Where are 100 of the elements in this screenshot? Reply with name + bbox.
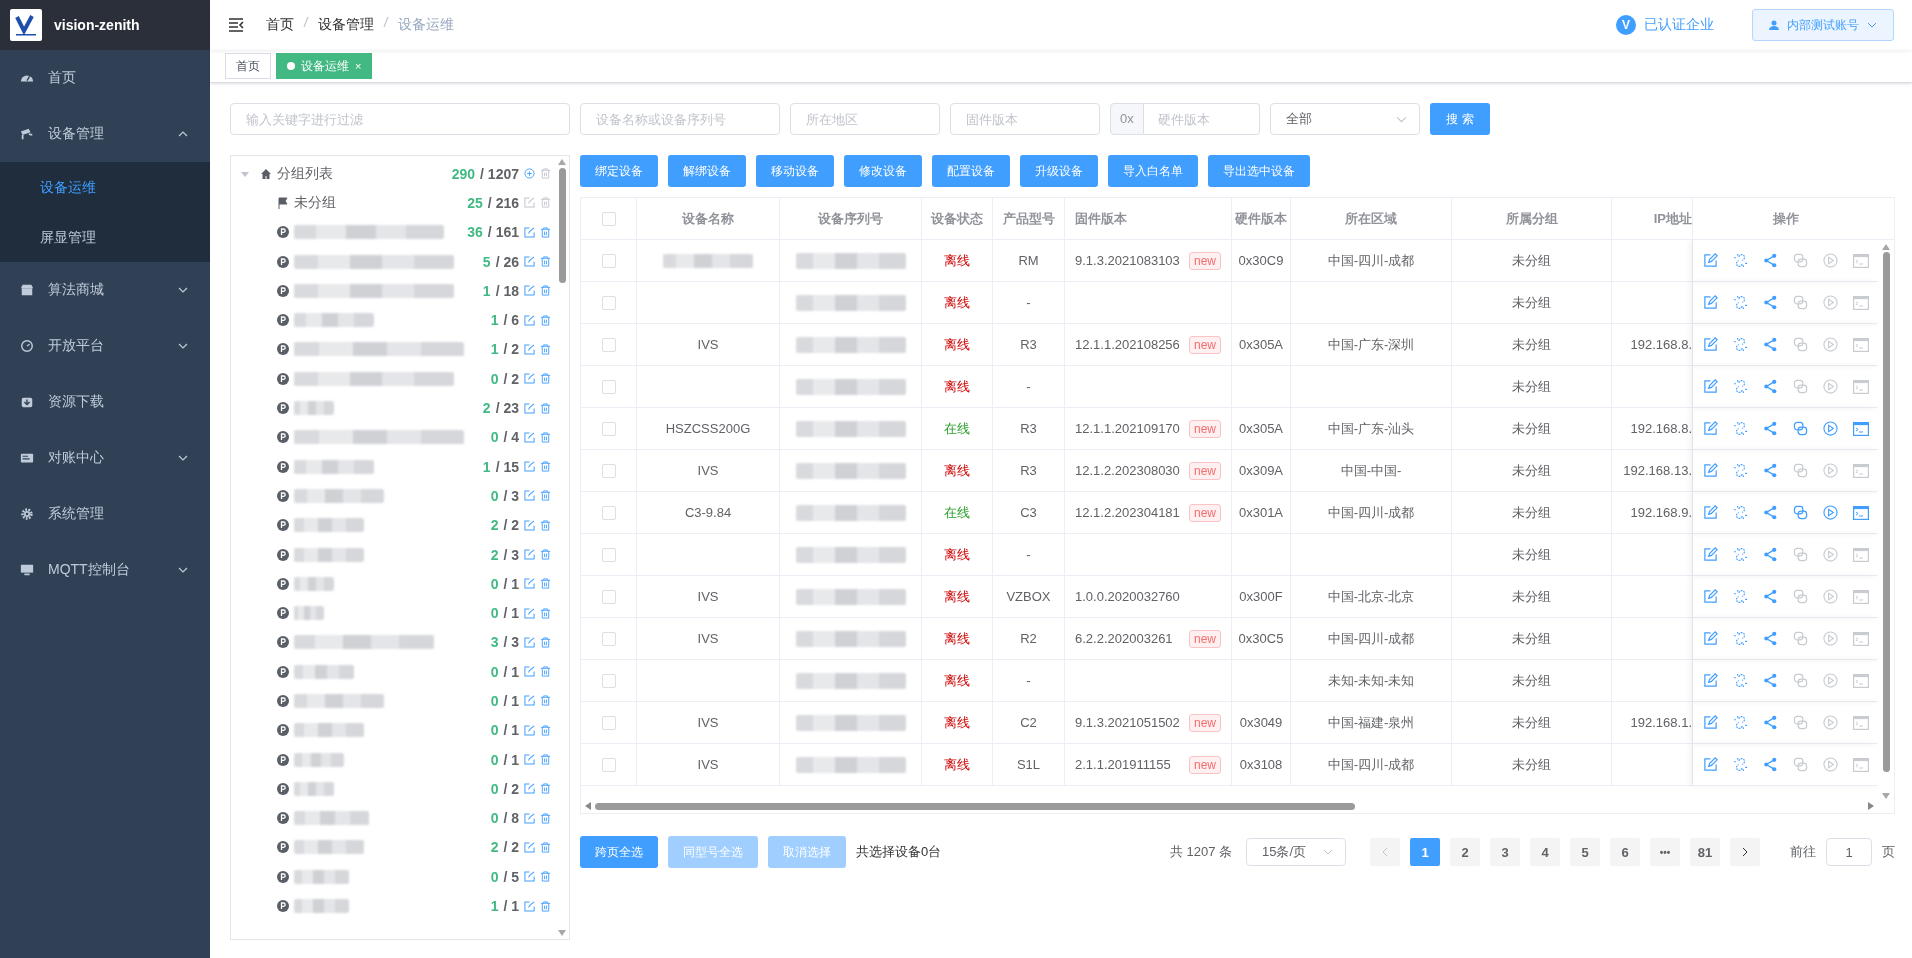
unlink-icon[interactable] bbox=[1732, 547, 1748, 562]
play-icon[interactable] bbox=[1822, 505, 1838, 520]
unlink-icon[interactable] bbox=[1732, 379, 1748, 394]
share-icon[interactable] bbox=[1762, 547, 1778, 562]
tree-node[interactable]: 1 / 15 bbox=[239, 451, 557, 482]
terminal-icon[interactable] bbox=[1852, 715, 1869, 730]
edit-icon[interactable] bbox=[524, 549, 535, 560]
scroll-thumb[interactable] bbox=[558, 168, 566, 283]
delete-icon[interactable] bbox=[540, 636, 551, 648]
scrollbar[interactable] bbox=[557, 159, 567, 936]
delete-icon[interactable] bbox=[540, 549, 551, 560]
row-checkbox[interactable] bbox=[601, 295, 616, 310]
goto-page-field[interactable]: 1 bbox=[1826, 838, 1872, 866]
scroll-down-icon[interactable] bbox=[1882, 793, 1890, 799]
delete-icon[interactable] bbox=[540, 519, 551, 531]
delete-icon[interactable] bbox=[540, 168, 551, 180]
share-icon[interactable] bbox=[1762, 505, 1778, 520]
menu-item[interactable]: 系统管理 bbox=[0, 486, 210, 542]
scroll-thumb[interactable] bbox=[595, 802, 1355, 810]
keyword-filter-field[interactable]: 输入关键字进行过滤 bbox=[230, 103, 570, 135]
delete-icon[interactable] bbox=[540, 285, 551, 297]
edit-icon[interactable] bbox=[524, 314, 535, 326]
tree-node[interactable]: 2 / 2 bbox=[239, 832, 557, 863]
menu-item[interactable]: 设备管理 bbox=[0, 106, 210, 162]
edit-icon[interactable] bbox=[524, 695, 535, 707]
edit-icon[interactable] bbox=[1702, 547, 1718, 562]
edit-icon[interactable] bbox=[524, 226, 535, 238]
copy-icon[interactable] bbox=[1792, 589, 1808, 604]
copy-icon[interactable] bbox=[1792, 631, 1808, 646]
terminal-icon[interactable] bbox=[1852, 379, 1869, 394]
edit-icon[interactable] bbox=[524, 812, 535, 824]
tree-node[interactable]: 0 / 8 bbox=[239, 803, 557, 833]
share-icon[interactable] bbox=[1762, 589, 1778, 604]
delete-icon[interactable] bbox=[540, 812, 551, 824]
delete-icon[interactable] bbox=[540, 343, 551, 355]
terminal-icon[interactable] bbox=[1852, 295, 1869, 310]
unlink-icon[interactable] bbox=[1732, 253, 1748, 268]
page-button[interactable]: 3 bbox=[1490, 838, 1520, 866]
edit-icon[interactable] bbox=[524, 724, 535, 736]
play-icon[interactable] bbox=[1822, 463, 1838, 478]
delete-icon[interactable] bbox=[540, 783, 551, 795]
edit-icon[interactable] bbox=[1702, 463, 1718, 478]
terminal-icon[interactable] bbox=[1852, 547, 1869, 562]
delete-icon[interactable] bbox=[540, 490, 551, 502]
terminal-icon[interactable] bbox=[1852, 337, 1869, 352]
delete-icon[interactable] bbox=[540, 402, 551, 414]
copy-icon[interactable] bbox=[1792, 253, 1808, 268]
share-icon[interactable] bbox=[1762, 379, 1778, 394]
page-size-select[interactable]: 15条/页 bbox=[1246, 838, 1346, 866]
region-field[interactable]: 所在地区 bbox=[790, 103, 940, 135]
edit-icon[interactable] bbox=[524, 841, 535, 853]
unlink-icon[interactable] bbox=[1732, 757, 1748, 772]
add-icon[interactable] bbox=[524, 168, 535, 180]
status-select[interactable]: 全部 bbox=[1270, 103, 1420, 135]
copy-icon[interactable] bbox=[1792, 295, 1808, 310]
unlink-icon[interactable] bbox=[1732, 589, 1748, 604]
delete-icon[interactable] bbox=[540, 607, 551, 619]
tree-node[interactable]: 分组列表 290 / 1207 bbox=[239, 159, 557, 189]
tree-node[interactable]: 0 / 1 bbox=[239, 686, 557, 716]
submenu-item[interactable]: 屏显管理 bbox=[0, 212, 210, 262]
tree-node[interactable]: 0 / 1 bbox=[239, 744, 557, 775]
menu-item[interactable]: 首页 bbox=[0, 50, 210, 106]
scroll-down-icon[interactable] bbox=[558, 930, 566, 936]
share-icon[interactable] bbox=[1762, 757, 1778, 772]
copy-icon[interactable] bbox=[1792, 505, 1808, 520]
unlink-icon[interactable] bbox=[1732, 295, 1748, 310]
delete-icon[interactable] bbox=[540, 314, 551, 326]
delete-icon[interactable] bbox=[540, 841, 551, 853]
menu-icon[interactable] bbox=[228, 18, 244, 32]
delete-icon[interactable] bbox=[540, 578, 551, 590]
delete-icon[interactable] bbox=[540, 373, 551, 385]
terminal-icon[interactable] bbox=[1852, 631, 1869, 646]
copy-icon[interactable] bbox=[1792, 757, 1808, 772]
page-tab[interactable]: 首页 bbox=[225, 53, 271, 79]
breadcrumb-item[interactable]: 首页 bbox=[266, 16, 294, 34]
menu-item[interactable]: MQTT控制台 bbox=[0, 542, 210, 598]
share-icon[interactable] bbox=[1762, 673, 1778, 688]
row-checkbox[interactable] bbox=[601, 547, 616, 562]
tree-node[interactable]: 0 / 3 bbox=[239, 481, 557, 511]
play-icon[interactable] bbox=[1822, 337, 1838, 352]
edit-icon[interactable] bbox=[1702, 421, 1718, 436]
edit-icon[interactable] bbox=[524, 519, 535, 531]
breadcrumb-item[interactable]: 设备管理 bbox=[318, 16, 374, 34]
unlink-icon[interactable] bbox=[1732, 421, 1748, 436]
tree-node[interactable]: 0 / 1 bbox=[239, 598, 557, 628]
tree-node[interactable]: 36 / 161 bbox=[239, 217, 557, 247]
page-button[interactable]: 4 bbox=[1530, 838, 1560, 866]
share-icon[interactable] bbox=[1762, 295, 1778, 310]
edit-icon[interactable] bbox=[524, 461, 535, 473]
delete-icon[interactable] bbox=[540, 256, 551, 268]
copy-icon[interactable] bbox=[1792, 337, 1808, 352]
edit-icon[interactable] bbox=[524, 578, 535, 590]
terminal-icon[interactable] bbox=[1852, 589, 1869, 604]
firmware-field[interactable]: 固件版本 bbox=[950, 103, 1100, 135]
delete-icon[interactable] bbox=[540, 666, 551, 678]
page-button[interactable]: 2 bbox=[1450, 838, 1480, 866]
edit-icon[interactable] bbox=[524, 871, 535, 883]
play-icon[interactable] bbox=[1822, 421, 1838, 436]
tree-node[interactable]: 0 / 2 bbox=[239, 364, 557, 394]
tree-node[interactable]: 0 / 1 bbox=[239, 569, 557, 599]
